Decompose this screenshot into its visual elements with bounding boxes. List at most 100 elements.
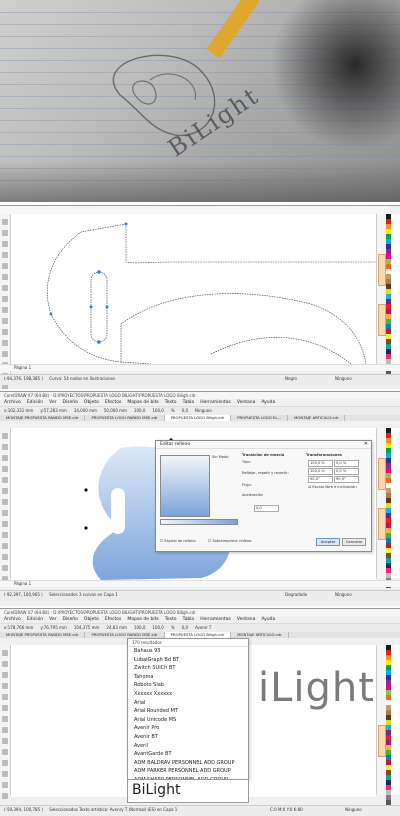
font-list-dropdown[interactable]: 170 resultados Bahaus 93 LubalGraph Bd BT… <box>127 638 249 780</box>
font-list-item[interactable]: Zwitch SUICh BT <box>128 664 248 673</box>
menu-item[interactable]: Objeto <box>84 617 99 622</box>
document-tab[interactable]: MONTAJE PROPUESTA RANDO MSE.cdr <box>0 415 86 421</box>
font-list-item[interactable]: Arial Rounded MT <box>128 707 248 716</box>
font-list-item[interactable]: Tahoma <box>128 673 248 682</box>
menu-item[interactable]: Diseño <box>62 400 77 405</box>
toolbar-field[interactable]: 24,83 mm <box>106 625 127 630</box>
document-tab[interactable]: PROPUESTA LOGO EL... <box>231 415 289 421</box>
docker-tab[interactable] <box>378 725 386 757</box>
menu-item[interactable]: Diseño <box>62 617 77 622</box>
toolbar-field[interactable]: % <box>171 625 175 630</box>
font-list-item[interactable]: Xxxxxx Xxxxxx <box>128 690 248 699</box>
width-field[interactable]: 100,0 % <box>308 460 333 467</box>
cancel-button[interactable]: Cancelar <box>342 538 366 546</box>
toolbar-field[interactable]: y:57,283 mm <box>40 408 66 413</box>
toolbar-field[interactable]: Avenir T <box>195 625 211 630</box>
height-field[interactable]: 100,0 % <box>308 468 333 475</box>
gradient-preview[interactable] <box>160 455 210 517</box>
docker-tab[interactable] <box>378 254 386 286</box>
menu-item[interactable]: Ver <box>49 400 56 405</box>
toolbar-field[interactable]: 100,0 <box>152 408 163 413</box>
ok-button[interactable]: Aceptar <box>316 538 340 546</box>
menu-item[interactable]: Objeto <box>84 400 99 405</box>
y-field[interactable]: 0,0 % <box>334 468 359 475</box>
font-list-item[interactable]: Roboto Slab <box>128 681 248 690</box>
dockers-panel[interactable] <box>376 214 386 364</box>
menu-item[interactable]: Archivo <box>4 617 21 622</box>
guitar-outline[interactable] <box>11 214 376 365</box>
menu-item[interactable]: Ayuda <box>261 617 275 622</box>
menu-item[interactable]: Edición <box>27 400 43 405</box>
dockers-panel[interactable] <box>376 428 386 578</box>
menu-item[interactable]: Efectos <box>105 400 122 405</box>
property-bar[interactable]: x:178,766 mm y:76,795 mm 104,375 mm 24,83 m… <box>0 623 400 632</box>
angle-field[interactable]: 0,0 <box>254 505 279 512</box>
menu-item[interactable]: Archivo <box>4 400 21 405</box>
close-icon[interactable]: ✕ <box>364 441 368 448</box>
menu-item[interactable]: Herramientas <box>200 400 231 405</box>
fill-behind-checkbox[interactable]: ☐ Espiral de relleno <box>160 539 196 543</box>
page-tab[interactable]: Página 1 <box>14 365 31 370</box>
toolbar-field[interactable]: 100,0 <box>152 625 163 630</box>
document-tab[interactable]: MONTAJE PROPUESTA RANDO MSE.cdr <box>0 632 86 638</box>
toolbar-field[interactable]: 100,0 <box>134 408 145 413</box>
menu-item[interactable]: Ventana <box>237 400 255 405</box>
property-bar[interactable]: x:102,331 mm y:57,283 mm 34,000 mm 50,000 m… <box>0 406 400 415</box>
font-list-item[interactable]: AvantGarde BT <box>128 750 248 759</box>
color-palette[interactable] <box>385 428 400 588</box>
document-tabs[interactable]: MONTAJE PROPUESTA RANDO MSE.cdr PROPUESTA… <box>0 415 400 421</box>
menu-item[interactable]: Tabla <box>183 400 195 405</box>
font-list-item[interactable]: Arial Unicode MS <box>128 716 248 725</box>
font-list-item[interactable]: Avenir BT <box>128 733 248 742</box>
toolbar-field[interactable]: x:102,331 mm <box>4 408 33 413</box>
font-list-item[interactable]: Avenir Pro <box>128 724 248 733</box>
free-scale-checkbox[interactable]: ☑ Escala libre e inclinación <box>308 485 357 489</box>
overprint-checkbox[interactable]: ☐ Sobreimprimir relleno <box>208 539 251 543</box>
document-tab[interactable]: PROPUESTA LOGO Biligh.cdr <box>164 415 232 421</box>
font-list-item[interactable]: LubalGraph Bd BT <box>128 656 248 665</box>
toolbox[interactable] <box>0 428 11 582</box>
dockers-panel[interactable] <box>376 645 386 795</box>
font-list-item[interactable]: ADM PARKER PERSONNEL ADD GROUP <box>128 767 248 776</box>
page-tab[interactable]: Página 1 <box>14 581 31 586</box>
page-navigator[interactable]: Página 1 <box>0 364 400 371</box>
font-list-item[interactable]: Averil <box>128 742 248 751</box>
toolbar-field[interactable]: 50,000 mm <box>104 408 127 413</box>
toolbar-field[interactable]: 0,0 <box>182 408 188 413</box>
page-navigator[interactable]: Página 1 <box>0 580 400 587</box>
toolbar-field[interactable]: 0,0 <box>182 625 188 630</box>
toolbar-field[interactable]: % <box>171 408 175 413</box>
font-list-item[interactable]: ADM BALDRAV PERSONNEL ADD GROUP <box>128 759 248 768</box>
docker-tab[interactable] <box>378 458 386 490</box>
menu-bar[interactable]: Archivo Edición Ver Diseño Objeto Efectos Mapa… <box>0 399 400 406</box>
drawing-canvas[interactable] <box>11 214 376 365</box>
menu-item[interactable]: Ayuda <box>261 400 275 405</box>
menu-item[interactable]: Tabla <box>183 617 195 622</box>
rotate-field[interactable]: 90,0° <box>308 476 333 483</box>
menu-item[interactable]: Ventana <box>237 617 255 622</box>
menu-item[interactable]: Mapas de bits <box>127 617 158 622</box>
canvas-artistic-text[interactable]: iLight <box>258 668 375 708</box>
edit-fill-dialog[interactable]: Editar relleno ✕ Sin Modo Transición de … <box>155 440 372 552</box>
document-tab[interactable]: MONTAJE ARTICULO.cdr <box>288 415 346 421</box>
toolbar-field[interactable]: Ninguno <box>195 408 212 413</box>
font-list-item[interactable]: Bahaus 93 <box>128 647 248 656</box>
menu-item[interactable]: Texto <box>165 617 177 622</box>
menu-item[interactable]: Edición <box>27 617 43 622</box>
color-palette[interactable] <box>385 645 400 805</box>
x-field[interactable]: 0,0 % <box>334 460 359 467</box>
color-palette[interactable] <box>385 214 400 374</box>
toolbar-field[interactable]: 104,375 mm <box>74 625 100 630</box>
docker-tab[interactable] <box>378 304 386 336</box>
toolbox[interactable] <box>0 645 11 799</box>
gradient-slider[interactable] <box>160 519 238 525</box>
docker-tab[interactable] <box>378 508 386 540</box>
document-tab[interactable]: PROPUESTA LOGO RANDO MSE.cdr <box>85 415 165 421</box>
menu-item[interactable]: Texto <box>165 400 177 405</box>
menu-bar[interactable]: Archivo Edición Ver Diseño Objeto Efectos Mapa… <box>0 616 400 623</box>
menu-item[interactable]: Herramientas <box>200 617 231 622</box>
toolbar-field[interactable]: x:178,766 mm <box>4 625 33 630</box>
menu-item[interactable]: Efectos <box>105 617 122 622</box>
menu-item[interactable]: Mapas de bits <box>127 400 158 405</box>
toolbar-field[interactable]: 100,0 <box>134 625 145 630</box>
